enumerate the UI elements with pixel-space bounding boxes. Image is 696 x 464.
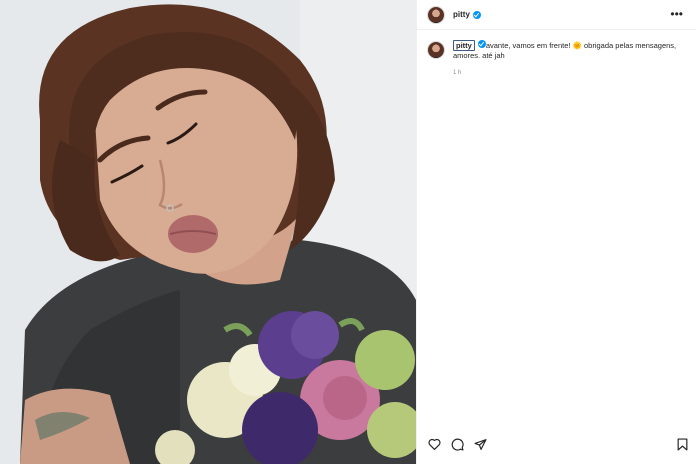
- sun-emoji: 🌞: [572, 41, 582, 50]
- header-username[interactable]: pitty: [453, 10, 470, 19]
- caption-text-before: avante, vamos em frente!: [485, 41, 571, 50]
- heart-icon[interactable]: [427, 437, 441, 451]
- post-timestamp[interactable]: 1 h: [453, 68, 689, 78]
- post-photo[interactable]: [0, 0, 416, 464]
- avatar[interactable]: [427, 5, 445, 24]
- caption-verified-badge-icon: [477, 40, 486, 48]
- action-bar: [427, 436, 689, 452]
- post-photo-illustration: [0, 0, 416, 464]
- share-icon[interactable]: [473, 437, 487, 451]
- instagram-post: pitty ••• pitty avante, vamos em frente! …: [0, 0, 696, 464]
- post-header: pitty •••: [417, 0, 696, 30]
- bookmark-icon[interactable]: [675, 437, 689, 451]
- caption-body: pitty avante, vamos em frente! 🌞 obrigada…: [453, 40, 689, 78]
- caption-text: pitty avante, vamos em frente! 🌞 obrigada…: [453, 40, 689, 61]
- verified-badge-icon: [472, 10, 481, 19]
- more-options-icon[interactable]: •••: [670, 8, 683, 20]
- comment-icon[interactable]: [450, 437, 464, 451]
- post-side-panel: pitty ••• pitty avante, vamos em frente! …: [416, 0, 696, 464]
- post-caption: pitty avante, vamos em frente! 🌞 obrigada…: [427, 40, 689, 78]
- caption-username[interactable]: pitty: [453, 40, 475, 51]
- caption-avatar[interactable]: [427, 41, 445, 59]
